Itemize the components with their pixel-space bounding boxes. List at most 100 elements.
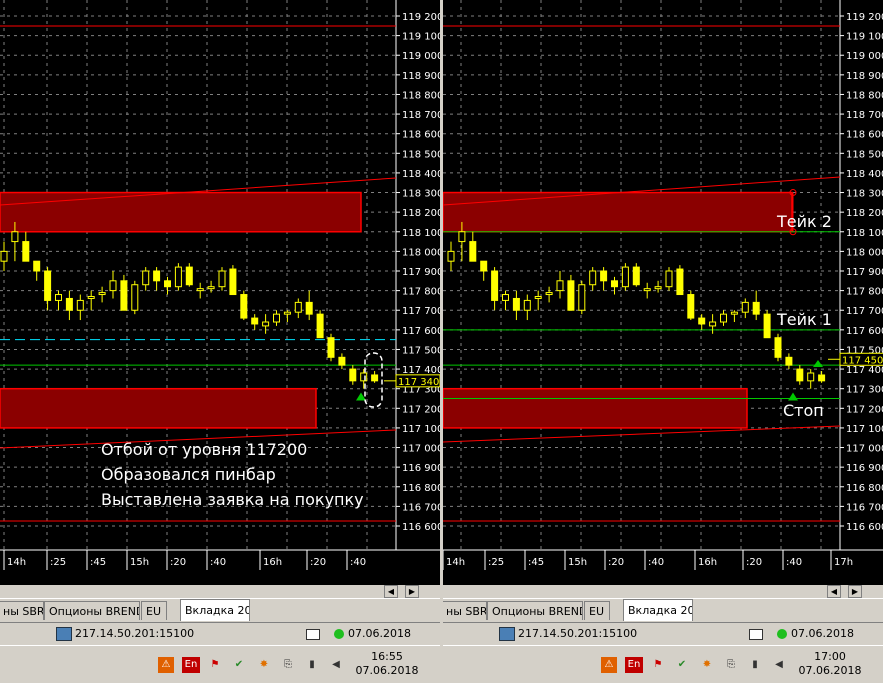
candle-body (785, 356, 793, 366)
right-horizontal-scrollbar[interactable]: ◀ ▶ (443, 585, 883, 598)
mail-icon (306, 628, 320, 640)
candle-body (131, 284, 139, 311)
price-tick-label: 116 700 (402, 502, 440, 513)
system-clock[interactable]: 17:00 07.06.2018 (795, 650, 865, 678)
annotation-line: Образовался пинбар (101, 465, 276, 484)
volume-icon[interactable]: ◀ (328, 657, 344, 673)
candle-body (752, 301, 760, 315)
left-price-chart[interactable]: 119 200 119 100 119 000 118 900 118 800 118 7… (0, 0, 440, 585)
candle-body (600, 270, 608, 282)
time-tick-label: :20 (310, 557, 326, 568)
price-tick-label: 117 000 (402, 444, 440, 455)
usb-icon[interactable]: ⎘ (280, 657, 296, 673)
candle-body (709, 321, 717, 327)
price-tick-label: 119 200 (402, 12, 440, 23)
candle-body (338, 356, 346, 366)
tab-eu[interactable]: EU (584, 601, 610, 620)
candle-body (218, 270, 226, 288)
price-tick-label: 116 900 (402, 463, 440, 474)
time-tick-label: 15h (568, 557, 587, 568)
candle-body (262, 321, 270, 327)
price-tick-label: 117 600 (846, 326, 883, 337)
candle-body (327, 337, 335, 358)
candle-body (556, 280, 564, 292)
time-tick-label: :20 (746, 557, 762, 568)
left-horizontal-scrollbar[interactable]: ◀ ▶ (0, 585, 440, 598)
candle-body (512, 297, 520, 311)
tab-eu[interactable]: EU (141, 601, 167, 620)
price-tick-label: 118 000 (402, 247, 440, 258)
clock-date: 07.06.2018 (798, 664, 862, 677)
tab-sbr[interactable]: ны SBR (443, 601, 487, 620)
usb-icon[interactable]: ⎘ (723, 657, 739, 673)
price-tick-label: 117 900 (402, 267, 440, 278)
annotation-line: Выставлена заявка на покупку (101, 490, 364, 509)
price-tick-label: 117 600 (402, 326, 440, 337)
price-tick-label: 118 000 (846, 247, 883, 258)
scroll-right-button[interactable]: ▶ (405, 585, 419, 598)
candle-body (774, 337, 782, 358)
candle-body (360, 372, 368, 382)
candle-body (643, 288, 651, 292)
candle-body (305, 301, 313, 315)
price-tick-label: 119 000 (846, 51, 883, 62)
time-tick-label: :45 (90, 557, 106, 568)
price-tick-label: 119 100 (846, 32, 883, 43)
price-tick-label: 118 800 (846, 90, 883, 101)
tab-vkladka-20[interactable]: Вкладка 20 (180, 599, 250, 621)
price-tick-label: 117 300 (846, 385, 883, 396)
connection-ok-icon (334, 629, 344, 639)
app-tray-icon[interactable]: ⚠ (158, 657, 174, 673)
antivirus-icon[interactable]: ✸ (256, 657, 272, 673)
price-tick-label: 116 700 (846, 502, 883, 513)
shield-icon[interactable]: ✔ (231, 657, 247, 673)
scroll-left-button[interactable]: ◀ (827, 585, 841, 598)
system-clock[interactable]: 16:55 07.06.2018 (352, 650, 422, 678)
app-tray-icon[interactable]: ⚠ (601, 657, 617, 673)
price-tick-label: 117 800 (846, 287, 883, 298)
candle-body (33, 260, 41, 272)
candle-body (229, 268, 237, 296)
price-tick-label: 117 100 (402, 424, 440, 435)
take1-label: Тейк 1 (776, 310, 832, 329)
candle-body (120, 280, 128, 311)
candle-body (22, 241, 30, 262)
mail-status[interactable] (749, 625, 763, 642)
support-zone (0, 387, 317, 429)
price-tick-label: 117 500 (402, 345, 440, 356)
tab-options-brend[interactable]: Опционы BREND (487, 601, 583, 620)
time-tick-label: :25 (50, 557, 66, 568)
candle-body (164, 280, 171, 288)
signal-icon[interactable]: ▮ (747, 657, 763, 673)
time-tick-label: 15h (130, 557, 149, 568)
time-tick-label: 14h (446, 557, 465, 568)
volume-icon[interactable]: ◀ (771, 657, 787, 673)
time-tick-label: 14h (7, 557, 26, 568)
price-tick-label: 119 200 (846, 12, 883, 23)
flag-icon[interactable]: ⚑ (207, 657, 223, 673)
right-price-chart[interactable]: 119 200 119 100 119 000 118 900 118 800 118 7… (443, 0, 883, 585)
last-price-label: 117 340 (398, 377, 439, 388)
signal-icon[interactable]: ▮ (304, 657, 320, 673)
time-tick-label: :40 (210, 557, 226, 568)
scroll-left-button[interactable]: ◀ (384, 585, 398, 598)
shield-icon[interactable]: ✔ (674, 657, 690, 673)
right-taskbar-tray: ⚠ En ⚑ ✔ ✸ ⎘ ▮ ◀ 17:00 07.06.2018 (443, 645, 883, 683)
tab-vkladka-20[interactable]: Вкладка 20 (623, 599, 693, 621)
scroll-right-button[interactable]: ▶ (848, 585, 862, 598)
candle-body (523, 299, 531, 311)
mail-status[interactable] (306, 625, 320, 642)
candle-body (720, 313, 727, 323)
candle-body (98, 292, 106, 296)
language-indicator[interactable]: En (182, 657, 200, 673)
right-status-bar: 217.14.50.201:15100 07.06.2018 (443, 622, 883, 645)
price-tick-label: 118 700 (402, 110, 440, 121)
language-indicator[interactable]: En (625, 657, 643, 673)
flag-icon[interactable]: ⚑ (650, 657, 666, 673)
price-tick-label: 118 600 (846, 130, 883, 141)
tab-sbr[interactable]: ны SBR (0, 601, 44, 620)
antivirus-icon[interactable]: ✸ (699, 657, 715, 673)
left-chart-window: 119 200 119 100 119 000 118 900 118 800 118 7… (0, 0, 440, 683)
candle-body (153, 270, 161, 282)
tab-options-brend[interactable]: Опционы BREND (44, 601, 140, 620)
